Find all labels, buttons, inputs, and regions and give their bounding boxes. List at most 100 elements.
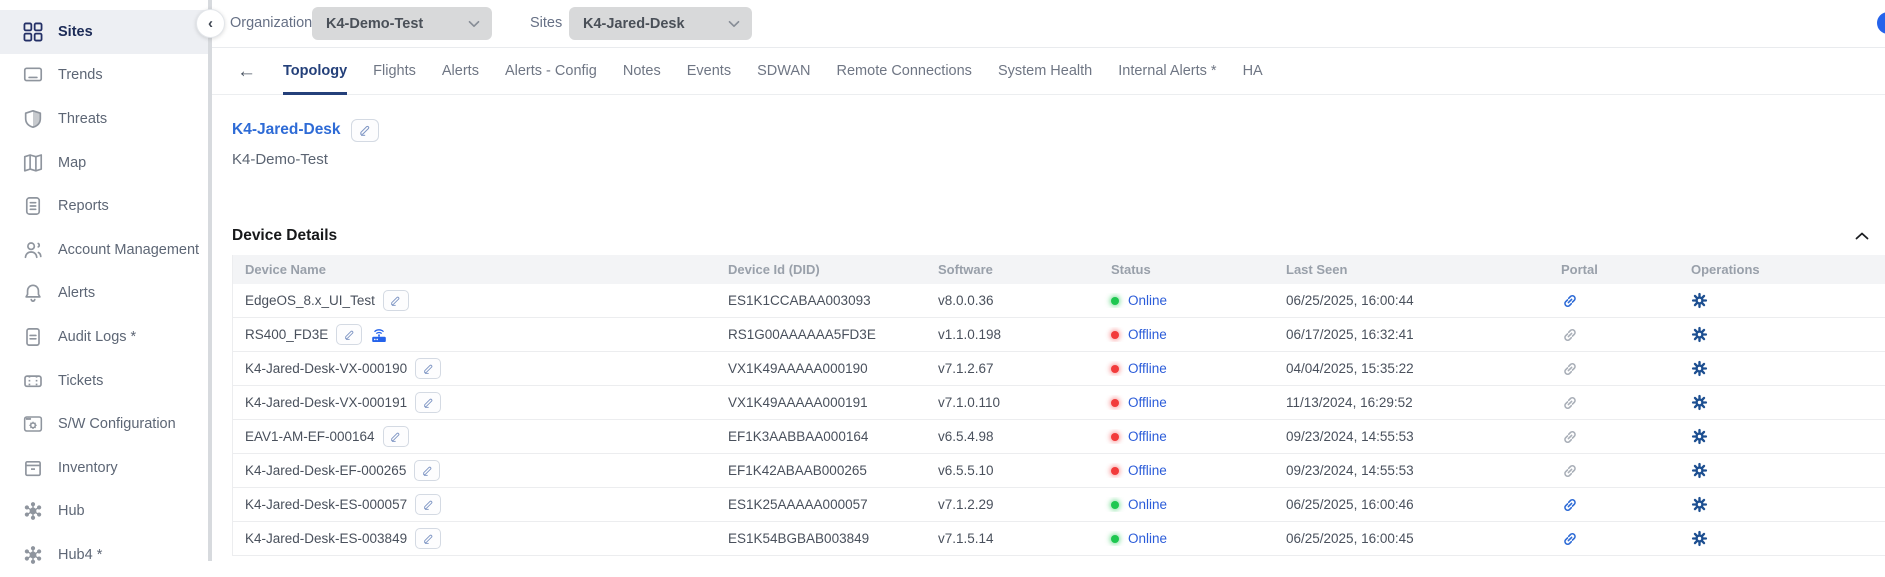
portal-link-icon[interactable] [1561, 394, 1579, 412]
site-name-link[interactable]: K4-Jared-Desk [232, 121, 341, 139]
sidebar-item-tickets[interactable]: Tickets [0, 359, 208, 403]
operations-gear-icon[interactable] [1691, 360, 1708, 377]
back-arrow[interactable]: ← [237, 62, 256, 81]
last-seen: 09/23/2024, 14:55:53 [1274, 463, 1549, 478]
shield-icon [23, 109, 43, 129]
sidebar-item-label: S/W Configuration [58, 416, 176, 432]
table-row: EAV1-AM-EF-000164 EF1K3AABBAA000164v6.5.4… [233, 420, 1885, 454]
device-id: EF1K3AABBAA000164 [716, 429, 926, 444]
sidebar-item-map[interactable]: Map [0, 141, 208, 185]
device-id: VX1K49AAAAA000191 [716, 395, 926, 410]
sidebar-item-hub4[interactable]: Hub4 * [0, 533, 208, 577]
chevron-up-icon[interactable] [1855, 232, 1869, 240]
portal-link-icon[interactable] [1561, 360, 1579, 378]
edit-device-name-button[interactable] [415, 358, 441, 379]
edit-device-name-button[interactable] [383, 290, 409, 311]
status-dot [1111, 399, 1119, 407]
sidebar-collapse-button[interactable]: ‹ [196, 9, 225, 38]
portal-link-icon[interactable] [1561, 462, 1579, 480]
sidebar-item-hub[interactable]: Hub [0, 490, 208, 534]
users-icon [23, 240, 43, 260]
edit-site-name-button[interactable] [351, 119, 379, 142]
tab-alerts[interactable]: Alerts [442, 48, 479, 94]
sites-select[interactable]: K4-Jared-Desk [569, 7, 752, 40]
portal-link-icon[interactable] [1561, 530, 1579, 548]
status-dot [1111, 501, 1119, 509]
edit-device-name-button[interactable] [414, 460, 440, 481]
status-dot [1111, 297, 1119, 305]
portal-link-icon[interactable] [1561, 326, 1579, 344]
software-version: v8.0.0.36 [926, 293, 1099, 308]
edit-device-name-button[interactable] [336, 324, 362, 345]
monitor-icon [23, 65, 43, 85]
device-name: K4-Jared-Desk-VX-000191 [245, 395, 407, 410]
operations-gear-icon[interactable] [1691, 530, 1708, 547]
status-cell: Offline [1099, 327, 1274, 342]
software-version: v6.5.4.98 [926, 429, 1099, 444]
device-id: ES1K54BGBAB003849 [716, 531, 926, 546]
device-table-header-row: Device NameDevice Id (DID)SoftwareStatus… [233, 255, 1885, 284]
sidebar: Sites TrendsThreatsMapReportsAccount Mana… [0, 0, 208, 561]
tab-flights[interactable]: Flights [373, 48, 416, 94]
device-name: EAV1-AM-EF-000164 [245, 429, 375, 444]
portal-link-icon[interactable] [1561, 428, 1579, 446]
device-id: ES1K25AAAAA000057 [716, 497, 926, 512]
sidebar-item-threats[interactable]: Threats [0, 97, 208, 141]
operations-gear-icon[interactable] [1691, 292, 1708, 309]
tab-events[interactable]: Events [687, 48, 731, 94]
device-details-title: Device Details [232, 227, 337, 245]
chevron-down-icon [728, 20, 740, 28]
edit-device-name-button[interactable] [415, 494, 441, 515]
tab-notes[interactable]: Notes [623, 48, 661, 94]
software-version: v7.1.5.14 [926, 531, 1099, 546]
operations-gear-icon[interactable] [1691, 428, 1708, 445]
last-seen: 06/25/2025, 16:00:46 [1274, 497, 1549, 512]
organization-label: Organization [230, 15, 312, 31]
tab-remote-connections[interactable]: Remote Connections [837, 48, 972, 94]
tab-alerts-config[interactable]: Alerts - Config [505, 48, 597, 94]
portal-link-icon[interactable] [1561, 292, 1579, 310]
clipboard-icon [23, 196, 43, 216]
tab-internal-alerts[interactable]: Internal Alerts * [1118, 48, 1216, 94]
status-dot [1111, 365, 1119, 373]
pencil-icon [359, 124, 371, 136]
site-org-name: K4-Demo-Test [232, 151, 1885, 169]
sidebar-item-alerts[interactable]: Alerts [0, 272, 208, 316]
tab-system-health[interactable]: System Health [998, 48, 1092, 94]
hub-icon [23, 545, 43, 565]
device-name: EdgeOS_8.x_UI_Test [245, 293, 375, 308]
sidebar-item-trends[interactable]: Trends [0, 54, 208, 98]
edit-device-name-button[interactable] [415, 392, 441, 413]
window-gear-icon [23, 414, 43, 434]
edit-device-name-button[interactable] [383, 426, 409, 447]
organization-select[interactable]: K4-Demo-Test [312, 7, 492, 40]
hub-icon [23, 501, 43, 521]
table-row: K4-Jared-Desk-ES-003849ES1K54BGBAB003849… [233, 522, 1885, 556]
sidebar-item-audit-logs[interactable]: Audit Logs * [0, 315, 208, 359]
status-cell: Online [1099, 293, 1274, 308]
sidebar-divider [208, 0, 212, 561]
sidebar-item-sites[interactable]: Sites [0, 10, 208, 54]
organization-value: K4-Demo-Test [326, 16, 423, 32]
sidebar-item-inventory[interactable]: Inventory [0, 446, 208, 490]
sidebar-item-account-management[interactable]: Account Management [0, 228, 208, 272]
edit-device-name-button[interactable] [415, 528, 441, 549]
bell-icon [23, 283, 43, 303]
operations-gear-icon[interactable] [1691, 462, 1708, 479]
sidebar-item-s-w-configuration[interactable]: S/W Configuration [0, 402, 208, 446]
sidebar-item-reports[interactable]: Reports [0, 184, 208, 228]
status-dot [1111, 467, 1119, 475]
operations-gear-icon[interactable] [1691, 394, 1708, 411]
sidebar-item-label: Sites [58, 24, 93, 40]
tab-topology[interactable]: Topology [283, 48, 347, 94]
status-cell: Online [1099, 531, 1274, 546]
operations-gear-icon[interactable] [1691, 496, 1708, 513]
last-seen: 06/17/2025, 16:32:41 [1274, 327, 1549, 342]
operations-gear-icon[interactable] [1691, 326, 1708, 343]
portal-link-icon[interactable] [1561, 496, 1579, 514]
device-name: RS400_FD3E [245, 327, 328, 342]
content: K4-Jared-Desk K4-Demo-Test Device Detail… [232, 93, 1885, 561]
tab-sdwan[interactable]: SDWAN [757, 48, 810, 94]
tab-ha[interactable]: HA [1243, 48, 1263, 94]
sidebar-item-label: Hub [58, 503, 85, 519]
